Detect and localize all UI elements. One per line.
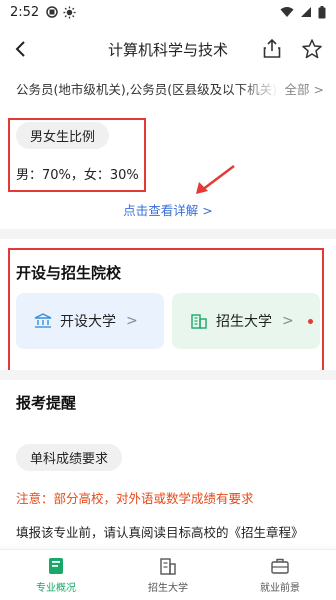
building-icon — [191, 314, 207, 329]
fill-note-text: 填报该专业前，请认真阅读目标高校的《招生章程》 — [16, 525, 304, 540]
reminder-section-title: 报考提醒 — [16, 394, 77, 412]
school-icon — [160, 558, 176, 575]
status-right — [280, 5, 326, 19]
kaishe-university-label: 开设大学 — [60, 314, 116, 330]
wifi-icon — [280, 7, 294, 17]
zhaosheng-university-button[interactable]: 招生大学 > — [172, 293, 320, 349]
page-title: 计算机科学与技术 — [107, 40, 228, 59]
chevron-right-icon: > — [126, 313, 138, 329]
section-divider — [0, 229, 336, 239]
sun-icon — [62, 5, 76, 19]
bottom-nav: 专业概况 招生大学 就业前景 — [0, 549, 336, 600]
kaishe-university-button[interactable]: 开设大学 > — [16, 293, 164, 349]
title-bar: 计算机科学与技术 — [0, 24, 336, 74]
book-icon — [49, 558, 63, 574]
favorite-button[interactable] — [300, 37, 324, 61]
jobs-row: 公务员(地市级机关),公务员(区县级及以下机关), 全部 > — [16, 77, 324, 99]
nav-item-career-prospects[interactable]: 就业前景 — [224, 550, 336, 600]
share-button[interactable] — [260, 37, 284, 61]
red-dot-badge — [307, 318, 313, 324]
view-details-link[interactable]: 点击查看详解 > — [0, 200, 336, 219]
share-icon — [263, 38, 281, 58]
gender-ratio-pill: 男女生比例 — [16, 122, 110, 149]
nav-item-overview[interactable]: 专业概况 — [0, 550, 112, 600]
annotation-arrow-icon — [196, 165, 235, 194]
single-subject-requirement-pill: 单科成绩要求 — [16, 444, 123, 471]
bank-icon — [34, 313, 52, 328]
section-divider — [0, 370, 336, 380]
notification-icon — [45, 5, 59, 19]
gender-ratio-text: 男：70%，女：30% — [16, 168, 139, 183]
star-icon — [302, 39, 322, 59]
briefcase-icon — [271, 558, 289, 574]
notice-text: 注意：部分高校，对外语或数学成绩有要求 — [16, 491, 254, 506]
zhaosheng-university-label: 招生大学 — [216, 314, 272, 330]
back-arrow-icon — [15, 41, 25, 57]
status-time: 2:52 — [10, 4, 40, 20]
signal-icon — [301, 7, 311, 17]
nav-label: 招生大学 — [148, 583, 188, 594]
jobs-all-link[interactable]: 全部 > — [285, 79, 324, 98]
nav-label: 专业概况 — [36, 583, 76, 594]
back-button[interactable] — [8, 37, 32, 61]
nav-item-admission-universities[interactable]: 招生大学 — [112, 550, 224, 600]
battery-icon — [318, 5, 326, 18]
nav-label: 就业前景 — [260, 583, 300, 594]
jobs-text: 公务员(地市级机关),公务员(区县级及以下机关), — [16, 81, 279, 97]
chevron-right-icon: > — [282, 313, 294, 329]
status-bar: 2:52 — [0, 0, 336, 24]
